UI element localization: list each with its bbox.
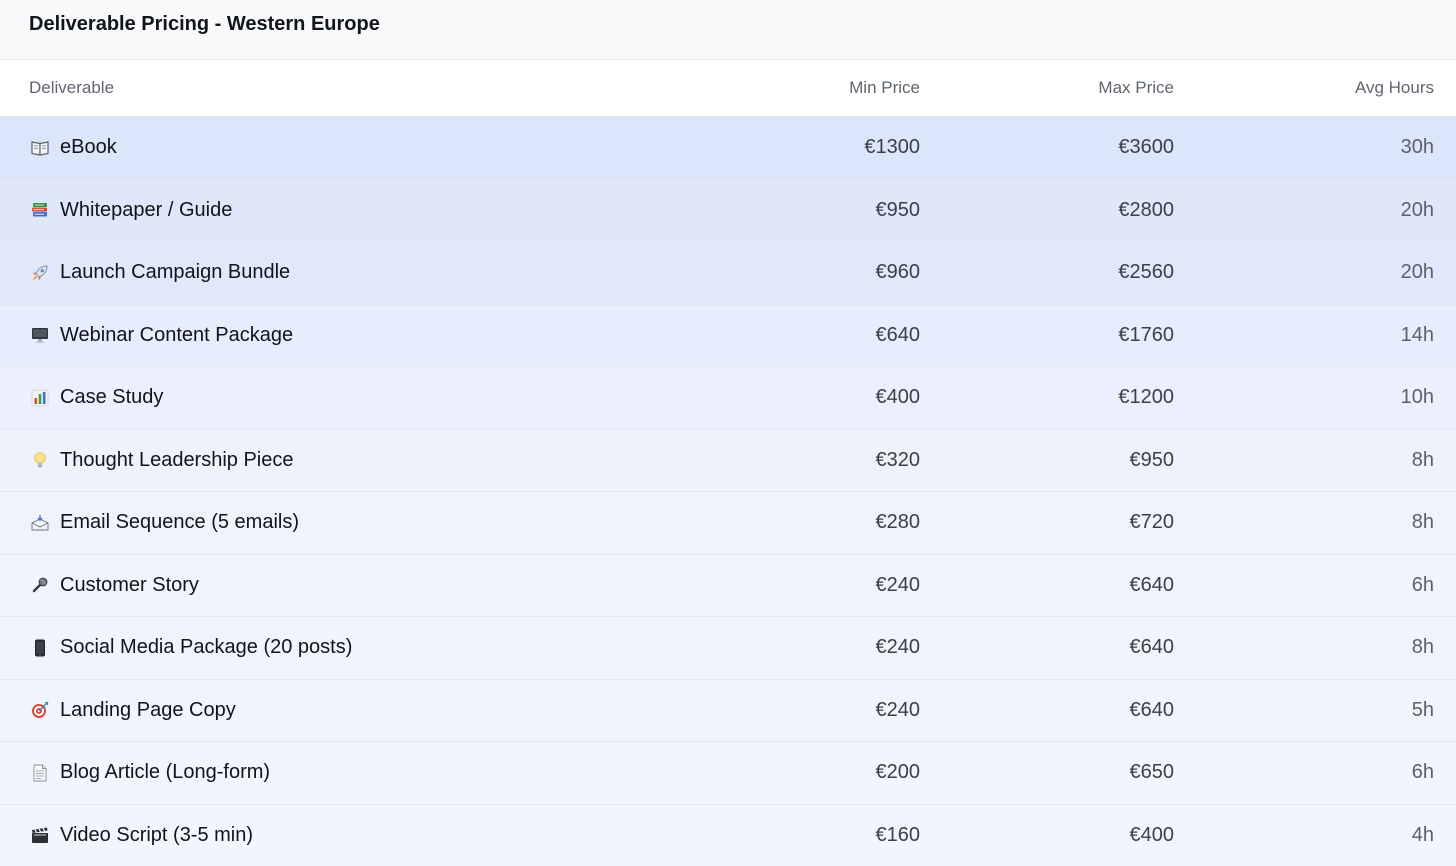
deliverable-name: Thought Leadership Piece xyxy=(60,448,294,471)
avg-hours-cell: 14h xyxy=(1400,323,1434,346)
min-price-cell: €320 xyxy=(875,448,921,471)
deliverable-cell: Thought Leadership Piece xyxy=(0,449,690,472)
header-avg-hours: Avg Hours xyxy=(1354,78,1434,97)
mobile-phone-icon xyxy=(29,637,51,659)
table-header-row: Deliverable Min Price Max Price Avg Hour… xyxy=(0,60,1456,117)
deliverable-name: Email Sequence (5 emails) xyxy=(60,511,299,534)
avg-hours-cell: 30h xyxy=(1400,136,1434,159)
pricing-table: Deliverable Min Price Max Price Avg Hour… xyxy=(0,60,1456,866)
avg-hours-cell: 10h xyxy=(1400,386,1434,409)
min-price-cell: €1300 xyxy=(864,136,920,159)
clapper-board-icon xyxy=(29,824,51,846)
book-icon xyxy=(29,137,51,159)
avg-hours-cell: 8h xyxy=(1411,448,1434,471)
deliverable-cell: Video Script (3-5 min) xyxy=(0,824,690,847)
max-price-cell: €640 xyxy=(1129,573,1175,596)
desktop-computer-icon xyxy=(29,324,51,346)
deliverable-name: Social Media Package (20 posts) xyxy=(60,636,353,659)
panel-title: Deliverable Pricing - Western Europe xyxy=(29,13,380,35)
avg-hours-cell: 20h xyxy=(1400,198,1434,221)
table-body: eBook €1300 €3600 30h Whitepaper / Guide €950… xyxy=(0,117,1456,866)
header-deliverable: Deliverable xyxy=(29,78,115,97)
table-row[interactable]: Webinar Content Package €640 €1760 14h xyxy=(0,304,1456,367)
table-row[interactable]: Blog Article (Long-form) €200 €650 6h xyxy=(0,742,1456,805)
max-price-cell: €950 xyxy=(1129,448,1175,471)
min-price-cell: €280 xyxy=(875,511,921,534)
min-price-cell: €640 xyxy=(875,323,921,346)
table-row[interactable]: Video Script (3-5 min) €160 €400 4h xyxy=(0,804,1456,866)
deliverable-cell: Customer Story xyxy=(0,574,690,597)
table-row[interactable]: Thought Leadership Piece €320 €950 8h xyxy=(0,429,1456,492)
books-icon xyxy=(29,199,51,221)
min-price-cell: €960 xyxy=(875,261,921,284)
deliverable-cell: Social Media Package (20 posts) xyxy=(0,636,690,659)
table-row[interactable]: Customer Story €240 €640 6h xyxy=(0,554,1456,617)
avg-hours-cell: 8h xyxy=(1411,511,1434,534)
deliverable-cell: eBook xyxy=(0,136,690,159)
table-row[interactable]: Whitepaper / Guide €950 €2800 20h xyxy=(0,179,1456,242)
deliverable-cell: Launch Campaign Bundle xyxy=(0,261,690,284)
target-icon xyxy=(29,699,51,721)
max-price-cell: €640 xyxy=(1129,698,1175,721)
avg-hours-cell: 6h xyxy=(1411,573,1434,596)
table-row[interactable]: Social Media Package (20 posts) €240 €640 8… xyxy=(0,617,1456,680)
deliverable-cell: Case Study xyxy=(0,386,690,409)
deliverable-cell: Webinar Content Package xyxy=(0,324,690,347)
pricing-panel: Deliverable Pricing - Western Europe Del… xyxy=(0,0,1456,866)
deliverable-name: Customer Story xyxy=(60,573,199,596)
max-price-cell: €1760 xyxy=(1118,323,1174,346)
min-price-cell: €240 xyxy=(875,573,921,596)
rocket-icon xyxy=(29,262,51,284)
avg-hours-cell: 5h xyxy=(1411,698,1434,721)
microphone-icon xyxy=(29,574,51,596)
deliverable-cell: Landing Page Copy xyxy=(0,699,690,722)
header-max-price: Max Price xyxy=(1098,78,1174,97)
deliverable-name: Webinar Content Package xyxy=(60,323,294,346)
min-price-cell: €240 xyxy=(875,636,921,659)
deliverable-name: Video Script (3-5 min) xyxy=(60,823,254,846)
table-row[interactable]: Landing Page Copy €240 €640 5h xyxy=(0,679,1456,742)
max-price-cell: €400 xyxy=(1129,823,1175,846)
page-document-icon xyxy=(29,762,51,784)
light-bulb-icon xyxy=(29,449,51,471)
avg-hours-cell: 20h xyxy=(1400,261,1434,284)
max-price-cell: €2800 xyxy=(1118,198,1174,221)
deliverable-name: Launch Campaign Bundle xyxy=(60,261,291,284)
table-row[interactable]: Launch Campaign Bundle €960 €2560 20h xyxy=(0,242,1456,305)
max-price-cell: €640 xyxy=(1129,636,1175,659)
deliverable-name: Blog Article (Long-form) xyxy=(60,761,271,784)
max-price-cell: €720 xyxy=(1129,511,1175,534)
min-price-cell: €950 xyxy=(875,198,921,221)
table-row[interactable]: Case Study €400 €1200 10h xyxy=(0,367,1456,430)
max-price-cell: €1200 xyxy=(1118,386,1174,409)
header-min-price: Min Price xyxy=(849,78,920,97)
deliverable-name: Landing Page Copy xyxy=(60,698,236,721)
deliverable-cell: Email Sequence (5 emails) xyxy=(0,511,690,534)
deliverable-name: Case Study xyxy=(60,386,164,409)
min-price-cell: €240 xyxy=(875,698,921,721)
avg-hours-cell: 4h xyxy=(1411,823,1434,846)
max-price-cell: €2560 xyxy=(1118,261,1174,284)
max-price-cell: €3600 xyxy=(1118,136,1174,159)
avg-hours-cell: 6h xyxy=(1411,761,1434,784)
table-row[interactable]: eBook €1300 €3600 30h xyxy=(0,117,1456,180)
max-price-cell: €650 xyxy=(1129,761,1175,784)
min-price-cell: €200 xyxy=(875,761,921,784)
deliverable-cell: Blog Article (Long-form) xyxy=(0,761,690,784)
incoming-envelope-icon xyxy=(29,512,51,534)
panel-header: Deliverable Pricing - Western Europe xyxy=(0,0,1456,60)
deliverable-cell: Whitepaper / Guide xyxy=(0,199,690,222)
avg-hours-cell: 8h xyxy=(1411,636,1434,659)
table-row[interactable]: Email Sequence (5 emails) €280 €720 8h xyxy=(0,492,1456,555)
min-price-cell: €400 xyxy=(875,386,921,409)
deliverable-name: Whitepaper / Guide xyxy=(60,198,233,221)
bar-chart-icon xyxy=(29,387,51,409)
min-price-cell: €160 xyxy=(875,823,921,846)
deliverable-name: eBook xyxy=(60,136,117,159)
